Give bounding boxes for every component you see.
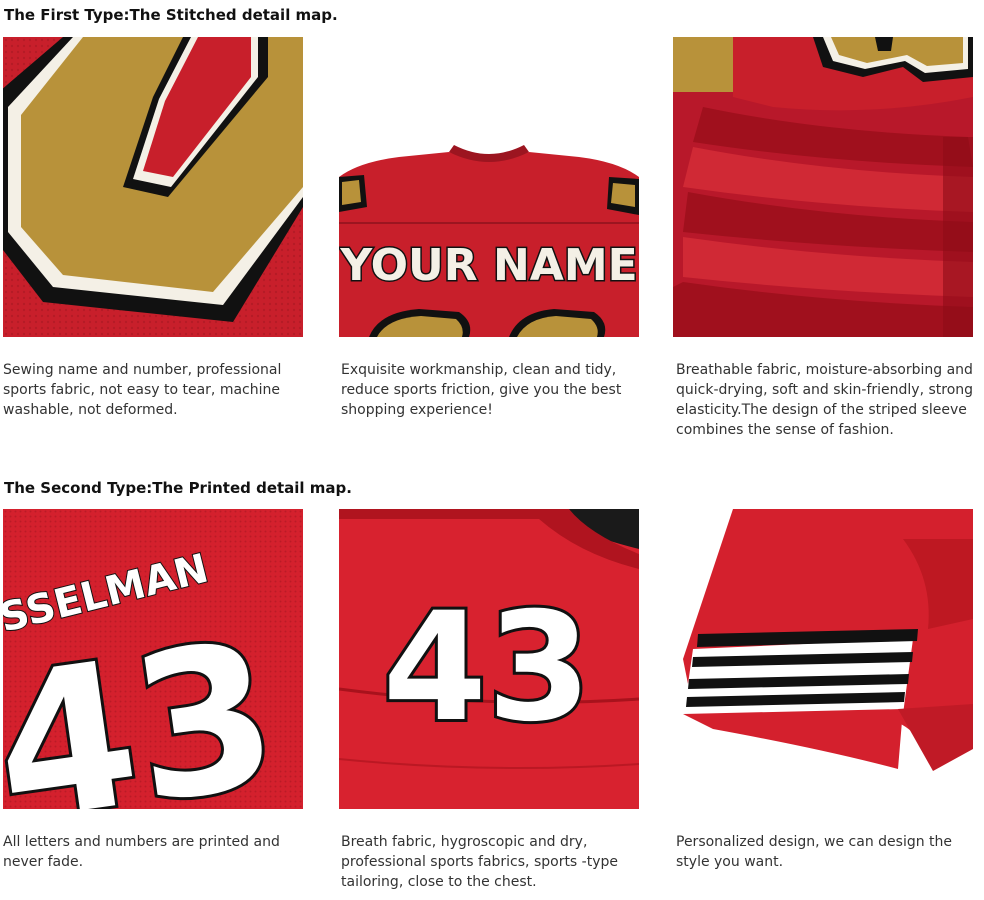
stitched-number-caption: Sewing name and number, professional spo…	[3, 362, 282, 418]
printed-number-large: 43	[3, 598, 289, 809]
stitched-name-caption: Exquisite workmanship, clean and tidy, r…	[341, 362, 622, 418]
printed-sleeve-image	[673, 509, 973, 809]
stitched-sleeve-caption: Breathable fabric, moisture-absorbing an…	[676, 362, 974, 438]
printed-name-number-caption: All letters and numbers are printed and …	[3, 834, 280, 870]
printed-number-back: 43	[383, 581, 592, 755]
section-heading-stitched: The First Type:The Stitched detail map.	[4, 6, 338, 24]
stitched-sleeve-image	[673, 37, 973, 337]
section-heading-printed: The Second Type:The Printed detail map.	[4, 479, 352, 497]
stitched-name-back-image: YOUR NAME	[339, 37, 639, 337]
printed-name-number-image: SSELMAN 43	[3, 509, 303, 809]
printed-sleeve-caption: Personalized design, we can design the s…	[676, 834, 953, 870]
printed-number-back-caption: Breath fabric, hygroscopic and dry, prof…	[341, 834, 619, 890]
stitched-number-closeup-image	[3, 37, 303, 337]
stitched-name-text: YOUR NAME	[339, 240, 637, 291]
printed-number-back-image: 43	[339, 509, 639, 809]
